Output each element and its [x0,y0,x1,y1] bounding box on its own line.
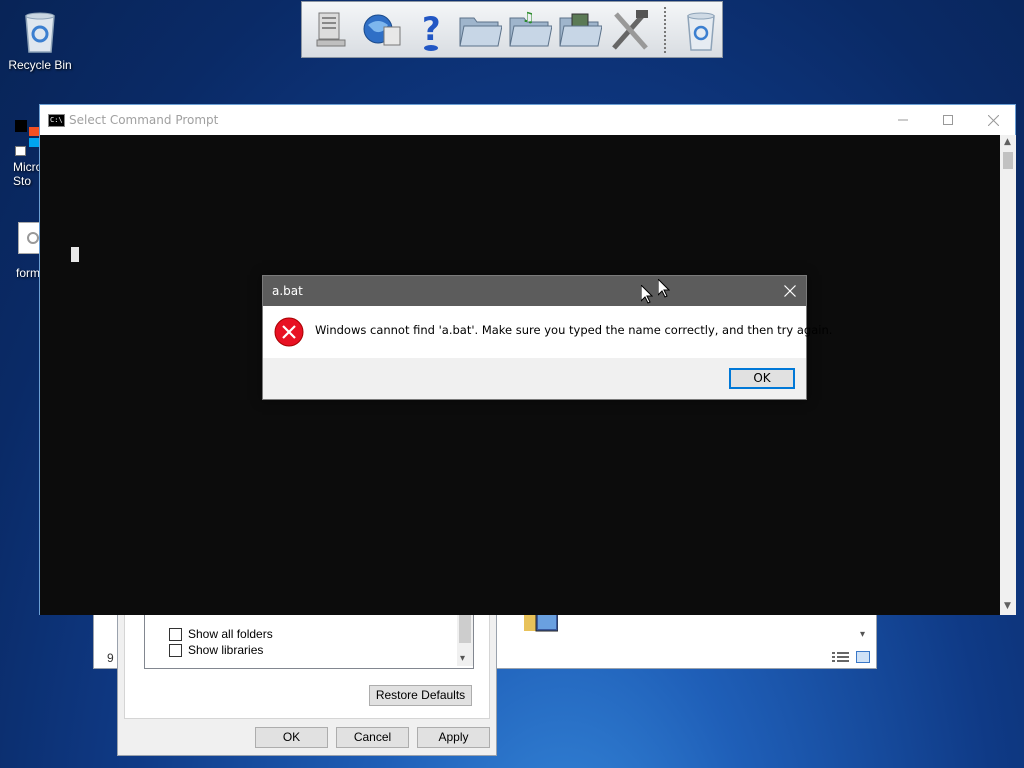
ok-button[interactable]: OK [729,368,795,389]
dialog-title: a.bat [272,284,303,298]
store-icon [15,120,41,156]
show-all-folders-checkbox[interactable]: Show all folders [169,627,273,641]
recycle-bin-icon [20,8,60,54]
error-dialog: a.bat Windows cannot find 'a.bat'. Make … [262,275,832,400]
dialog-content: Windows cannot find 'a.bat'. Make sure y… [263,306,832,358]
restore-defaults-button[interactable]: Restore Defaults [369,685,472,706]
error-message: Windows cannot find 'a.bat'. Make sure y… [315,323,833,337]
mouse-pointer-icon [657,277,671,301]
folder-icon[interactable] [458,7,503,53]
svg-text:♫: ♫ [522,10,535,26]
cmd-title-bar[interactable]: C:\ Select Command Prompt [40,105,1015,135]
scroll-up-arrow[interactable]: ▲ [1004,137,1011,147]
details-view-icon[interactable] [832,651,850,663]
maximize-button[interactable] [925,105,971,135]
tools-icon[interactable] [608,7,652,53]
scroll-down-arrow[interactable]: ▾ [860,629,865,640]
folder-options-panel: Show all folders Show libraries ▾ Restor… [124,601,490,719]
apply-button[interactable]: Apply [417,727,490,748]
pictures-folder-icon[interactable] [558,7,603,53]
ok-button[interactable]: OK [255,727,328,748]
internet-icon[interactable] [360,7,404,53]
close-icon [784,285,796,297]
explorer-left-text: 9 [107,651,114,665]
cmd-app-icon: C:\ [48,114,65,127]
mouse-pointer-icon [640,283,654,307]
list-scrollbar[interactable]: ▾ [457,609,473,666]
dialog-title-bar[interactable]: a.bat [263,276,806,306]
close-button[interactable] [970,105,1016,135]
show-libraries-checkbox[interactable]: Show libraries [169,643,263,657]
error-icon [274,317,304,347]
music-folder-icon[interactable]: ♫ [508,7,553,53]
scrollbar-thumb[interactable] [1003,152,1013,169]
toolbar-separator [664,6,668,53]
checkbox-box[interactable] [169,643,182,657]
svg-text:?: ? [422,10,441,48]
quick-launch-toolbar: ? ♫ [301,1,723,58]
help-icon[interactable]: ? [410,7,452,53]
chevron-down-icon[interactable]: ▾ [460,653,465,664]
checkbox-box[interactable] [169,627,182,641]
recycle-bin-icon[interactable] [680,7,722,53]
desktop-icon-label: Recycle Bin [8,58,72,72]
dialog-close-button[interactable] [774,276,806,306]
scroll-down-arrow[interactable]: ▼ [1004,601,1011,611]
large-icons-view-icon[interactable] [856,651,870,663]
close-icon [987,114,999,126]
checkbox-label: Show libraries [188,643,264,657]
maximize-icon [943,115,953,125]
minimize-button[interactable] [880,105,926,135]
folder-options-window: Show all folders Show libraries ▾ Restor… [117,600,497,756]
checkbox-label: Show all folders [188,627,273,641]
vertical-scrollbar[interactable]: ▲ ▼ [1000,135,1016,615]
minimize-icon [898,119,908,121]
cancel-button[interactable]: Cancel [336,727,409,748]
computer-icon[interactable] [312,7,354,53]
desktop-icon-recycle-bin[interactable]: Recycle Bin [0,8,80,72]
window-title: Select Command Prompt [69,113,219,127]
text-cursor [71,247,79,262]
advanced-settings-list[interactable]: Show all folders Show libraries ▾ [144,608,474,669]
